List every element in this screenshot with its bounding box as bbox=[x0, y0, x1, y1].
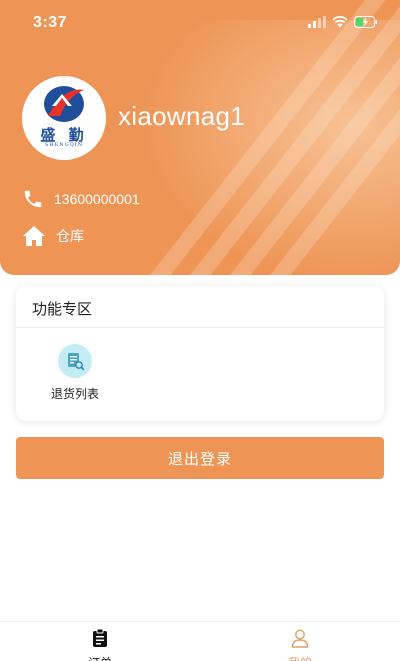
return-list-item[interactable]: 退货列表 bbox=[44, 344, 106, 402]
signal-icon bbox=[308, 16, 326, 28]
profile-header: 3:37 盛 勤 SHENGQIN xiaownag1 13600000001 … bbox=[0, 0, 400, 275]
status-bar: 3:37 bbox=[0, 0, 400, 48]
return-list-label: 退货列表 bbox=[50, 387, 99, 401]
wifi-icon bbox=[332, 16, 348, 28]
username: xiaownag1 bbox=[118, 101, 246, 131]
location-row: 仓库 bbox=[22, 225, 84, 247]
tab-mine[interactable]: 我的 bbox=[270, 628, 330, 661]
phone-number: 13600000001 bbox=[54, 191, 140, 207]
card-divider bbox=[16, 327, 384, 328]
phone-icon bbox=[24, 190, 42, 208]
logout-button[interactable]: 退出登录 bbox=[16, 437, 384, 479]
avatar[interactable]: 盛 勤 SHENGQIN bbox=[22, 76, 106, 160]
tab-orders[interactable]: 订单 bbox=[70, 628, 130, 661]
location-label: 仓库 bbox=[56, 228, 84, 244]
person-icon bbox=[291, 629, 309, 648]
tab-orders-label: 订单 bbox=[70, 654, 130, 661]
home-icon bbox=[23, 226, 45, 246]
function-section-title: 功能专区 bbox=[32, 300, 93, 318]
clipboard-icon bbox=[93, 628, 107, 647]
status-time: 3:37 bbox=[33, 14, 68, 31]
status-icons bbox=[308, 16, 378, 28]
function-section-card: 功能专区 退货列表 bbox=[16, 286, 384, 421]
logo-subtext: SHENGQIN bbox=[44, 142, 84, 148]
battery-icon bbox=[354, 16, 378, 28]
return-list-icon bbox=[58, 344, 92, 378]
phone-row: 13600000001 bbox=[22, 188, 140, 210]
tab-mine-label: 我的 bbox=[270, 654, 330, 661]
tab-bar: 订单 我的 bbox=[0, 621, 400, 661]
